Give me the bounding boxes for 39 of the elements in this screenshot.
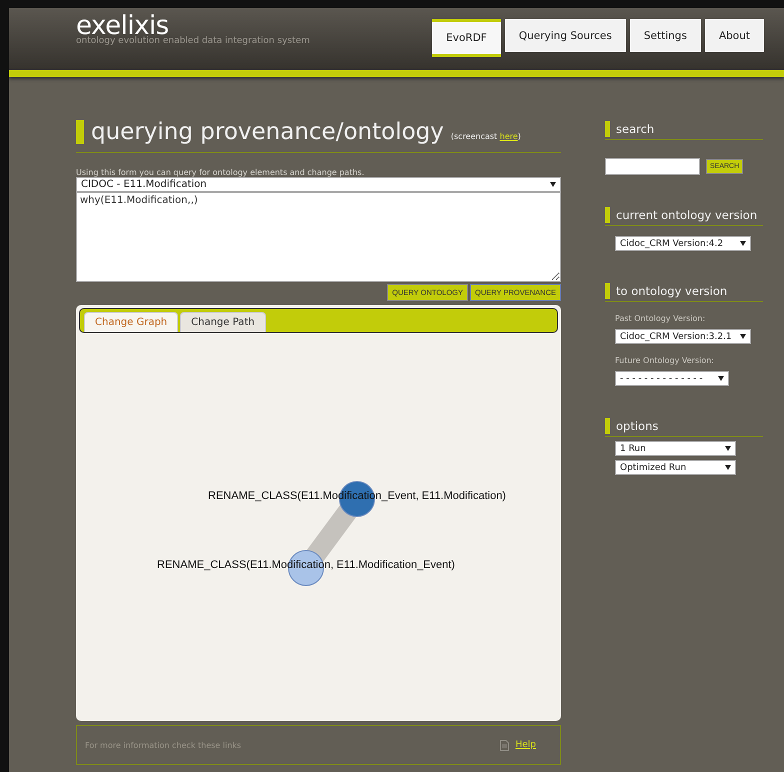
nav-tab[interactable]: Querying Sources — [504, 19, 626, 52]
field-label: Future Ontology Version: — [615, 356, 716, 365]
document-icon — [500, 740, 510, 750]
dropdown-caret-icon — [718, 376, 724, 381]
source-select[interactable]: CIDOC - E11.Modification — [76, 177, 561, 192]
nav-tab[interactable]: Settings — [630, 19, 701, 52]
heading-marker — [605, 283, 610, 299]
version-select[interactable]: - - - - - - - - - - - - - - — [615, 371, 729, 386]
section-title: to ontology version — [616, 284, 728, 298]
heading-marker — [605, 207, 610, 223]
section-title: options — [616, 419, 658, 433]
nav-tab[interactable]: EvoRDF — [432, 19, 501, 57]
option-select[interactable]: 1 Run — [615, 441, 736, 456]
form-hint: Using this form you can query for ontology elements and change paths. — [76, 168, 366, 177]
heading-marker — [605, 418, 610, 434]
graph-tab[interactable]: Change Path — [180, 312, 266, 332]
section-title: search — [616, 122, 654, 136]
heading-marker — [605, 121, 610, 137]
dropdown-caret-icon — [725, 465, 731, 470]
query-input[interactable]: why(E11.Modification,,) — [76, 192, 561, 282]
screencast-note: (screencast here) — [450, 132, 521, 143]
option-select[interactable]: Optimized Run — [615, 460, 736, 475]
logo-text: exelixis — [76, 16, 169, 36]
page-title: querying provenance/ontology — [91, 118, 444, 147]
heading-marker — [76, 120, 84, 144]
here-link[interactable]: here — [500, 132, 518, 141]
dropdown-caret-icon — [740, 241, 746, 246]
search-field[interactable] — [605, 158, 700, 175]
dropdown-caret-icon — [550, 182, 556, 187]
version-select[interactable]: Cidoc_CRM Version:4.2 — [615, 236, 751, 251]
tagline: ontology evolution enabled data integration system — [76, 36, 310, 46]
field-label: Past Ontology Version: — [615, 314, 706, 323]
help-link[interactable]: Help — [515, 740, 536, 750]
section-title: current ontology version — [616, 208, 758, 222]
nav-tab[interactable]: About — [704, 19, 764, 52]
graph-tab[interactable]: Change Graph — [84, 312, 178, 332]
dropdown-caret-icon — [740, 334, 746, 339]
dropdown-caret-icon — [725, 446, 731, 451]
version-select[interactable]: Cidoc_CRM Version:3.2.1 — [615, 329, 751, 344]
